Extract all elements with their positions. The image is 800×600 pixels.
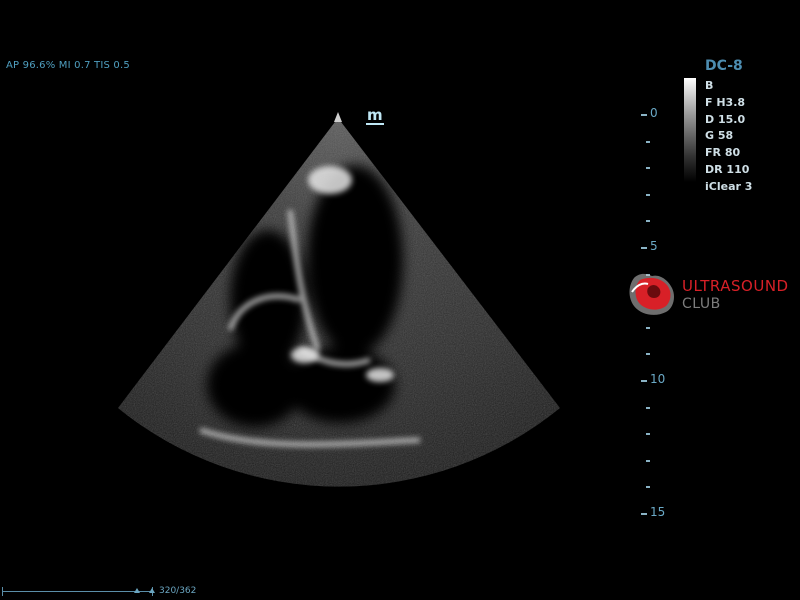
frequency-label: F H3.8 <box>705 95 746 109</box>
grayscale-map-bar <box>684 78 696 182</box>
gain-label: G 58 <box>705 129 734 143</box>
orientation-marker: m <box>366 106 384 125</box>
ultrasound-club-logo: ULTRASOUND CLUB <box>626 268 796 318</box>
preset-label: DC-8 <box>705 58 743 74</box>
depth-label: D 15.0 <box>705 112 746 126</box>
frame-rate-label: FR 80 <box>705 146 741 160</box>
cine-end-marker-icon <box>149 588 155 593</box>
cine-timeline[interactable] <box>2 584 162 598</box>
frame-counter: 320/362 <box>159 586 197 596</box>
logo-text-club: CLUB <box>682 296 721 312</box>
iclear-label: iClear 3 <box>705 179 753 193</box>
heart-logo-icon <box>629 273 674 315</box>
cine-playhead-icon[interactable] <box>134 588 140 593</box>
dynamic-range-label: DR 110 <box>705 162 750 176</box>
transducer-notch <box>334 112 342 122</box>
imaging-parameters-panel: DC-8 B F H3.8 D 15.0 G 58 FR 80 DR 110 i… <box>705 58 752 196</box>
mode-label: B <box>705 79 714 92</box>
timeline-track[interactable] <box>2 591 152 592</box>
logo-text-ultrasound: ULTRASOUND <box>682 277 789 295</box>
